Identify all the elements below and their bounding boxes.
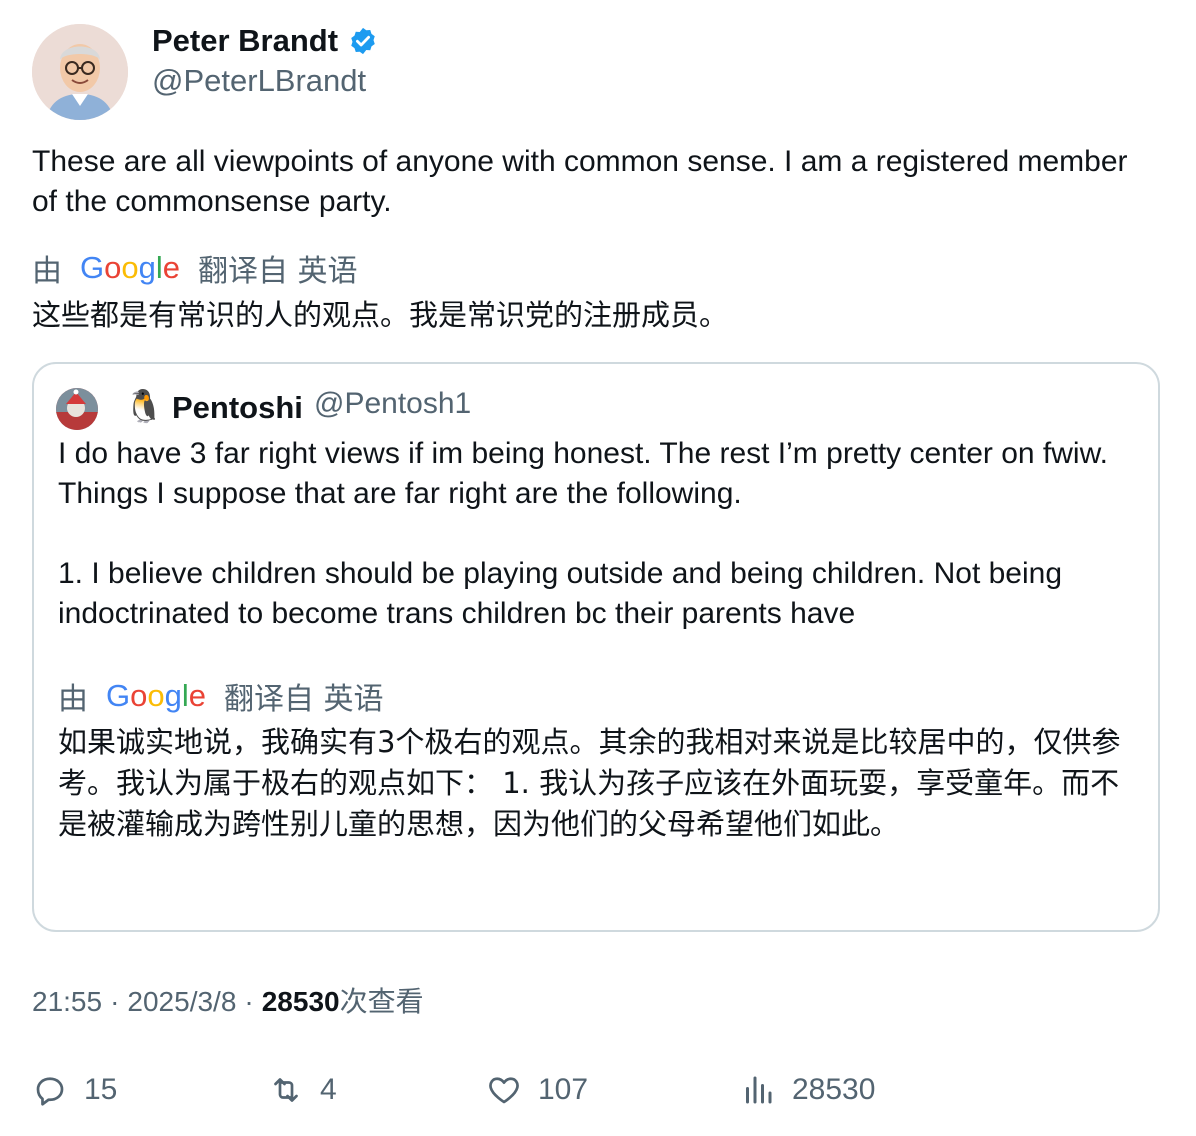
translation-suffix: 翻译自 英语 bbox=[198, 254, 358, 289]
author-handle[interactable]: @PeterLBrandt bbox=[152, 62, 366, 100]
like-button[interactable]: 107 bbox=[486, 1068, 588, 1112]
translation-prefix: 由 bbox=[32, 254, 62, 289]
reply-button[interactable]: 15 bbox=[32, 1068, 117, 1112]
analytics-bar-icon bbox=[746, 1076, 772, 1104]
author-avatar[interactable] bbox=[32, 24, 128, 120]
google-logo: Google bbox=[80, 250, 180, 286]
google-wordmark-icon: Google bbox=[106, 678, 206, 713]
quote-avatar-illustration bbox=[56, 388, 98, 430]
quote-translation-attribution[interactable]: 由 Google 翻译自 英语 bbox=[58, 674, 384, 718]
translation-suffix: 翻译自 英语 bbox=[224, 682, 384, 717]
views-count: 28530 bbox=[261, 986, 340, 1017]
retweet-icon bbox=[274, 1078, 298, 1102]
reply-icon bbox=[36, 1077, 64, 1106]
views-label: 次查看 bbox=[339, 985, 424, 1018]
svg-text:Google: Google bbox=[106, 678, 206, 713]
google-wordmark-icon: Google bbox=[80, 250, 180, 285]
meta-separator: · bbox=[244, 986, 254, 1017]
tweet-translation-text: 这些都是有常识的人的观点。我是常识党的注册成员。 bbox=[32, 298, 729, 332]
quote-paragraph: I do have 3 far right views if im being … bbox=[58, 437, 1108, 510]
translation-attribution[interactable]: 由 Google 翻译自 英语 bbox=[32, 246, 358, 290]
views-count-action: 28530 bbox=[792, 1073, 876, 1106]
tweet-text: These are all viewpoints of anyone with … bbox=[32, 145, 1128, 218]
meta-separator: · bbox=[110, 986, 120, 1017]
penguin-emoji-icon: 🐧 bbox=[124, 388, 164, 424]
reply-count: 15 bbox=[84, 1073, 118, 1106]
quote-author-handle[interactable]: @Pentosh1 bbox=[314, 384, 471, 424]
quote-text: I do have 3 far right views if im being … bbox=[58, 434, 1148, 634]
google-logo: Google bbox=[106, 678, 206, 714]
like-count: 107 bbox=[538, 1073, 589, 1106]
avatar-illustration bbox=[32, 24, 128, 120]
quote-author-name[interactable]: Pentoshi bbox=[172, 388, 303, 428]
author-name[interactable]: Peter Brandt bbox=[152, 22, 378, 60]
svg-text:Google: Google bbox=[80, 250, 180, 285]
views-button[interactable]: 28530 bbox=[740, 1068, 875, 1112]
tweet-time[interactable]: 21:55 bbox=[32, 982, 102, 1022]
tweet-meta: 21:55 · 2025/3/8 · 28530 次查看 bbox=[32, 982, 424, 1022]
author-name-text[interactable]: Peter Brandt bbox=[152, 22, 338, 60]
quote-paragraph: 1. I believe children should be playing … bbox=[58, 557, 1063, 630]
quote-author-avatar[interactable] bbox=[56, 388, 98, 430]
verified-badge-icon bbox=[351, 27, 375, 55]
retweet-count: 4 bbox=[320, 1073, 337, 1106]
translation-prefix: 由 bbox=[58, 682, 88, 717]
quote-translation-text: 如果诚实地说，我确实有3个极右的观点。其余的我相对来说是比较居中的，仅供参考。我… bbox=[58, 725, 1121, 841]
heart-icon bbox=[489, 1077, 519, 1104]
tweet-date[interactable]: 2025/3/8 bbox=[127, 982, 236, 1022]
retweet-button[interactable]: 4 bbox=[268, 1068, 337, 1112]
